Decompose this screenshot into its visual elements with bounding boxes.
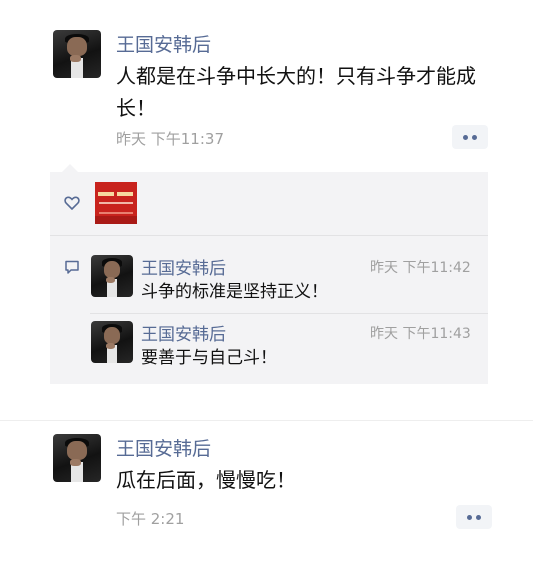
comment-author[interactable]: 王国安韩后 (141, 254, 226, 279)
post-time: 昨天 下午11:37 (116, 130, 224, 148)
heart-icon (64, 196, 80, 210)
comment-icon (65, 260, 79, 274)
comment-divider (90, 313, 488, 314)
panel-caret (62, 164, 78, 172)
post-text: 人都是在斗争中长大的！只有斗争才能成长！ (116, 64, 476, 120)
comment-avatar[interactable] (91, 321, 133, 363)
comment-avatar[interactable] (91, 255, 133, 297)
author-avatar[interactable] (53, 30, 101, 78)
post-text: 瓜在后面，慢慢吃！ (116, 468, 296, 492)
comment-text[interactable]: 要善于与自己斗！ (141, 346, 277, 370)
author-avatar[interactable] (53, 434, 101, 482)
comment-text[interactable]: 斗争的标准是坚持正义！ (141, 280, 328, 304)
author-name[interactable]: 王国安韩后 (116, 30, 211, 57)
post-separator (0, 420, 533, 421)
post-time: 下午 2:21 (116, 510, 185, 528)
more-actions-button[interactable] (452, 125, 488, 149)
more-actions-button[interactable] (456, 505, 492, 529)
comment-time: 昨天 下午11:42 (370, 260, 471, 276)
comment-author[interactable]: 王国安韩后 (141, 320, 226, 345)
likes-divider (50, 235, 488, 236)
author-name[interactable]: 王国安韩后 (116, 434, 211, 461)
comment-time: 昨天 下午11:43 (370, 326, 471, 342)
liker-avatar[interactable] (95, 182, 137, 224)
